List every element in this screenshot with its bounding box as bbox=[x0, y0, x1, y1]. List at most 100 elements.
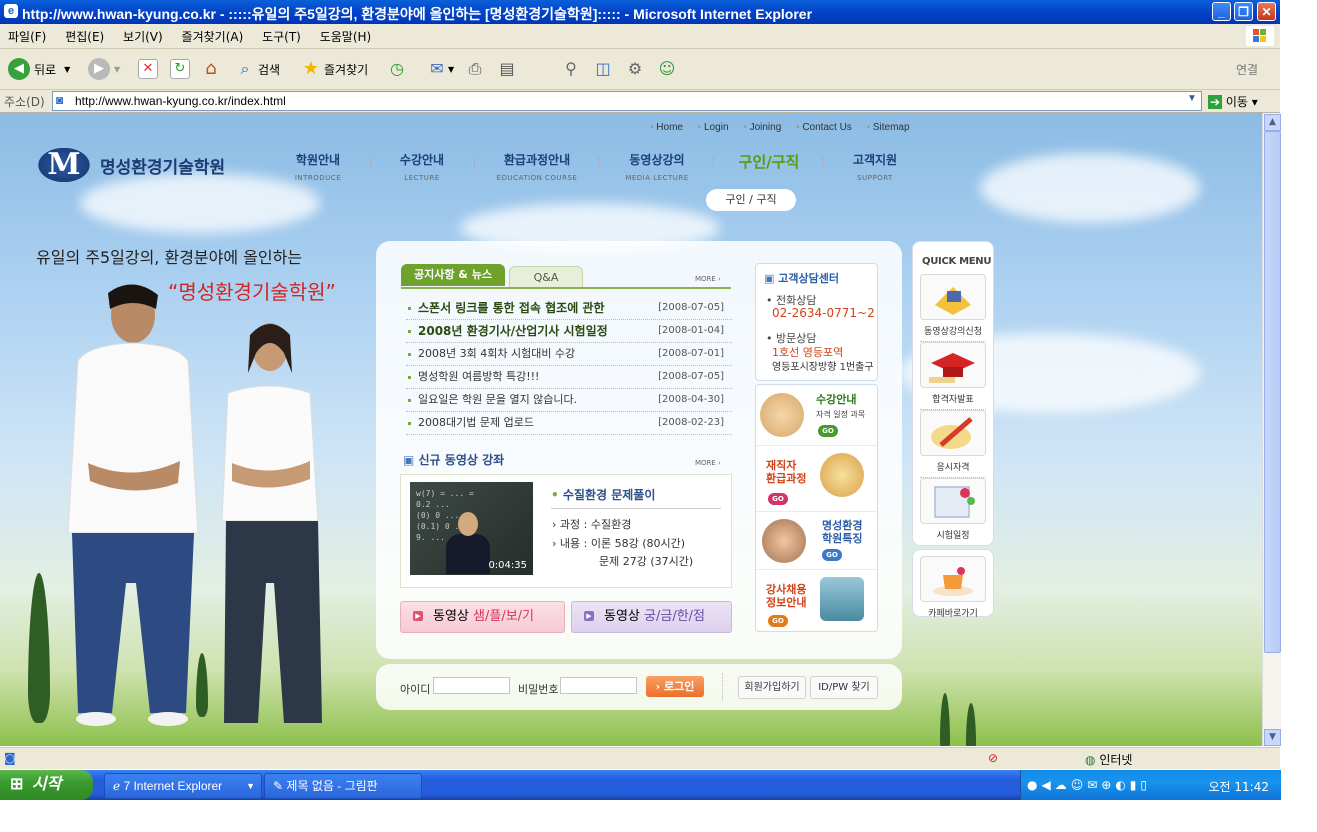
customer-center-title: ▣ 고객상담센터 bbox=[764, 270, 839, 286]
settings-button[interactable]: ⚙ bbox=[624, 55, 646, 83]
list-item[interactable]: 2008년 3회 4회차 시험대비 수강 [2008-07-01] bbox=[406, 343, 732, 366]
gnb-introduce[interactable]: 학원안내 INTRODUCE bbox=[288, 151, 348, 182]
video-thumbnail[interactable]: w(7) = ... = 0.2 ... (0) 0 ... (0.1) 0 ...… bbox=[410, 482, 533, 575]
history-button[interactable]: ◷ bbox=[386, 55, 408, 83]
content-label: 내용 : bbox=[559, 537, 588, 550]
find-idpw-button[interactable]: ID/PW 찾기 bbox=[810, 676, 878, 699]
page-button[interactable]: ◫ bbox=[592, 55, 614, 83]
scroll-thumb[interactable] bbox=[1264, 131, 1281, 653]
list-item[interactable]: 2008년 환경기사/산업기사 시험일정 [2008-01-04] bbox=[406, 320, 732, 343]
taskbar-ie-group[interactable]: ℯ 7 Internet Explorer ▼ bbox=[104, 773, 262, 799]
promo-lecture[interactable]: 수강안내 자격 일정 과목 GO bbox=[756, 385, 877, 446]
menu-edit[interactable]: 편집(E) bbox=[57, 24, 111, 45]
address-bar: 주소(D) ◙ http://www.hwan-kyung.co.kr/inde… bbox=[0, 90, 1280, 113]
search-button[interactable]: ⌕ 검색 bbox=[234, 55, 281, 83]
forward-button[interactable]: ▶ ▼ bbox=[88, 55, 120, 83]
menu-help[interactable]: 도움말(H) bbox=[312, 24, 379, 45]
back-button[interactable]: ◀ 뒤로 ▼ bbox=[8, 55, 70, 83]
top-nav-sitemap[interactable]: Sitemap bbox=[867, 122, 910, 133]
quick-video-apply[interactable]: 동영상강의신청 bbox=[920, 274, 986, 342]
go-button[interactable]: GO bbox=[768, 615, 788, 627]
status-bar: ◙ ⊘ ◍ 인터넷 bbox=[0, 747, 1280, 769]
forward-dropdown-icon[interactable]: ▼ bbox=[114, 65, 120, 74]
address-input[interactable]: ◙ http://www.hwan-kyung.co.kr/index.html… bbox=[52, 91, 1202, 111]
popup-blocked-icon[interactable]: ⊘ bbox=[988, 751, 998, 765]
print-button[interactable]: ⎙ bbox=[464, 55, 486, 83]
notice-date: [2008-07-05] bbox=[658, 371, 724, 382]
gnb-lecture[interactable]: 수강안내 LECTURE bbox=[392, 151, 452, 182]
id-label: 아이디 bbox=[400, 683, 431, 696]
list-item[interactable]: 스폰서 링크를 통한 접속 협조에 관한 [2008-07-05] bbox=[406, 297, 732, 320]
video-faq-button[interactable]: ▶ 동영상 궁/금/한/점 bbox=[571, 601, 732, 633]
sub-nav[interactable]: 구인 / 구직 bbox=[706, 189, 796, 211]
go-button[interactable]: GO bbox=[818, 425, 838, 437]
address-dropdown-icon[interactable]: ▼ bbox=[1187, 93, 1197, 104]
password-input[interactable] bbox=[560, 677, 637, 694]
list-item[interactable]: 명성학원 여름방학 특강!!! [2008-07-05] bbox=[406, 366, 732, 389]
home-button[interactable]: ⌂ bbox=[200, 55, 222, 83]
maximize-button[interactable]: ❐ bbox=[1234, 2, 1253, 21]
menu-view[interactable]: 보기(V) bbox=[115, 24, 170, 45]
minimize-button[interactable]: _ bbox=[1212, 2, 1231, 21]
quick-eligibility[interactable]: 응시자격 bbox=[920, 410, 986, 478]
login-button[interactable]: › 로그인 bbox=[646, 676, 704, 697]
top-nav-contact[interactable]: Contact Us bbox=[796, 122, 852, 133]
list-item[interactable]: 일요일은 학원 문을 열지 않습니다. [2008-04-30] bbox=[406, 389, 732, 412]
tab-qa[interactable]: Q&A bbox=[509, 266, 583, 289]
go-button[interactable]: GO bbox=[768, 493, 788, 505]
stop-button[interactable]: ✕ bbox=[138, 55, 158, 83]
tab-notice[interactable]: 공지사항 & 뉴스 bbox=[401, 264, 505, 286]
research-button[interactable]: ⚲ bbox=[560, 55, 582, 83]
promo-refund[interactable]: 재직자 환급과정 GO bbox=[756, 445, 877, 512]
mail-button[interactable]: ✉ ▼ bbox=[426, 55, 454, 83]
site-logo[interactable]: M 명성환경기술학원 bbox=[34, 143, 225, 187]
dropdown-arrow-icon[interactable]: ▼ bbox=[64, 65, 70, 74]
video-section-title: 신규 동영상 강좌 bbox=[403, 451, 505, 468]
edit-button[interactable]: ▤ bbox=[496, 55, 518, 83]
video-name[interactable]: • 수질환경 문제풀이 bbox=[551, 486, 655, 503]
quick-cafe[interactable]: 카페바로가기 bbox=[912, 549, 994, 619]
chevron-down-icon: ▼ bbox=[246, 781, 255, 791]
divider bbox=[713, 157, 714, 167]
tray-icons[interactable]: ●◀☁☺✉⊕◐▮▯ bbox=[1027, 778, 1151, 792]
promo-features[interactable]: 명성환경 학원특징 GO bbox=[756, 511, 877, 570]
close-button[interactable]: ✕ bbox=[1257, 2, 1276, 21]
menu-favorites[interactable]: 즐겨찾기(A) bbox=[174, 24, 251, 45]
id-input[interactable] bbox=[433, 677, 510, 694]
menu-tools[interactable]: 도구(T) bbox=[254, 24, 308, 45]
go-button[interactable]: ➔ 이동 ▾ bbox=[1208, 93, 1258, 110]
favorites-button[interactable]: ★ 즐겨찾기 bbox=[300, 55, 368, 83]
scroll-up-icon[interactable]: ▲ bbox=[1264, 114, 1281, 131]
gnb-jobs[interactable]: 구인/구직 bbox=[734, 151, 804, 172]
join-button[interactable]: 회원가입하기 bbox=[738, 676, 806, 699]
stop-icon: ✕ bbox=[138, 59, 158, 79]
logo-mark: M bbox=[34, 145, 94, 185]
start-button[interactable]: ⊞ 시작 bbox=[0, 770, 93, 800]
menu-file[interactable]: 파일(F) bbox=[0, 24, 53, 45]
customer-center-box: ▣ 고객상담센터 • 전화상담 02-2634-0771~2 • 방문상담 1호… bbox=[755, 263, 878, 381]
taskbar-ie-label: 7 Internet Explorer bbox=[123, 779, 223, 793]
vertical-scrollbar[interactable]: ▲ ▼ bbox=[1262, 113, 1281, 746]
quick-results[interactable]: 합격자발표 bbox=[920, 342, 986, 410]
top-nav-home[interactable]: Home bbox=[650, 122, 683, 133]
promo-instructor[interactable]: 강사채용 정보안내 GO bbox=[756, 569, 877, 631]
top-nav-joining[interactable]: Joining bbox=[743, 122, 781, 133]
video-more-link[interactable]: MORE › bbox=[695, 459, 721, 467]
links-label[interactable]: 연결 bbox=[1236, 55, 1258, 83]
gnb-support[interactable]: 고객지원 SUPPORT bbox=[846, 151, 904, 182]
page-status-icon: ◙ bbox=[4, 751, 16, 765]
go-button[interactable]: GO bbox=[822, 549, 842, 561]
quick-schedule[interactable]: 시험일정 bbox=[920, 478, 986, 545]
notice-more-link[interactable]: MORE › bbox=[695, 275, 721, 283]
video-sample-button[interactable]: ▶ 동영상 샘/플/보/기 bbox=[400, 601, 565, 633]
taskbar-paint[interactable]: ✎ 제목 없음 - 그림판 bbox=[264, 773, 422, 799]
list-item[interactable]: 2008대기법 문제 업로드 [2008-02-23] bbox=[406, 412, 732, 435]
refresh-button[interactable]: ↻ bbox=[170, 55, 190, 83]
tab-underline bbox=[401, 287, 731, 289]
gnb-media[interactable]: 동영상강의 MEDIA LECTURE bbox=[624, 151, 690, 182]
scroll-down-icon[interactable]: ▼ bbox=[1264, 729, 1281, 746]
quick-cafe-item[interactable]: 카페바로가기 bbox=[920, 556, 986, 623]
top-nav-login[interactable]: Login bbox=[698, 122, 729, 133]
gnb-education[interactable]: 환급과정안내 EDUCATION COURSE bbox=[494, 151, 580, 182]
messenger-button[interactable]: ☺ bbox=[656, 55, 678, 83]
